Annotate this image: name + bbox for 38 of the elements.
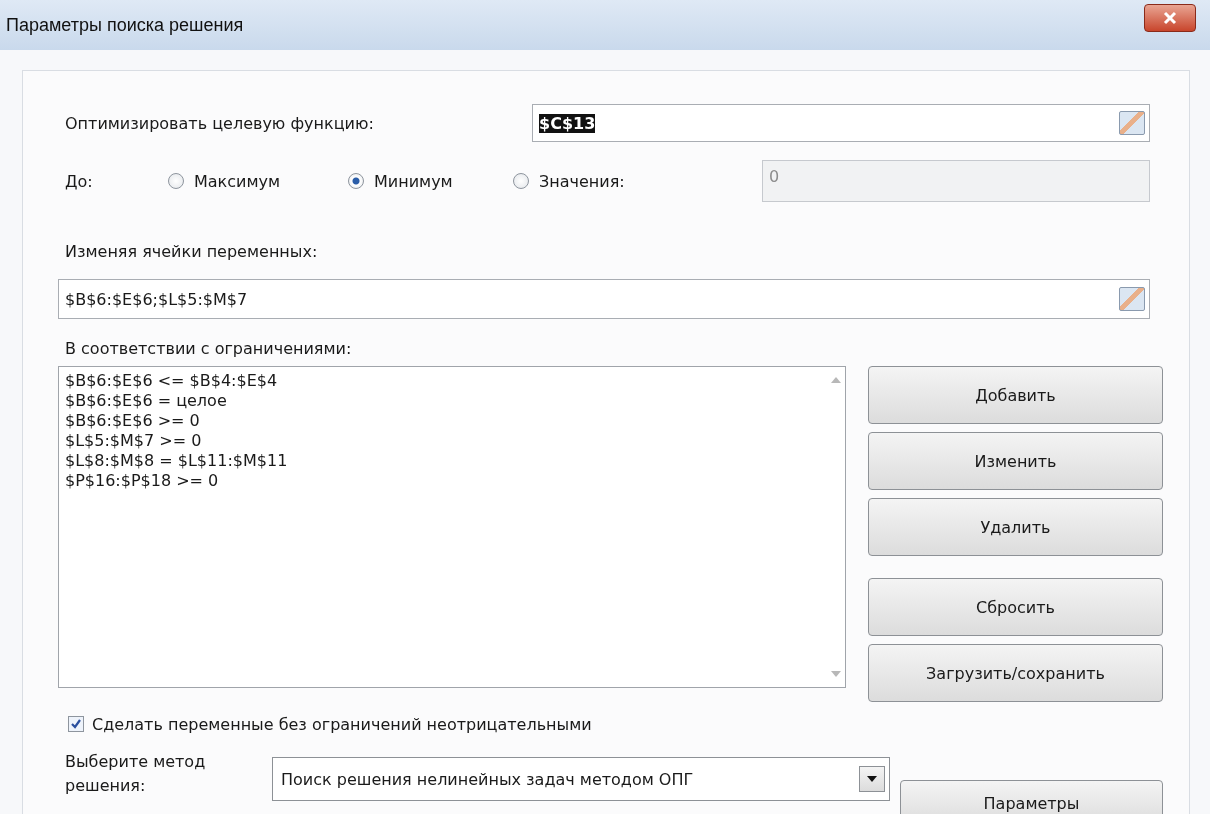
options-button[interactable]: Параметры [900, 780, 1163, 814]
constraint-item[interactable]: $B$6:$E$6 = целое [65, 391, 821, 411]
constraints-list[interactable]: $B$6:$E$6 <= $B$4:$E$4 $B$6:$E$6 = целое $B$6:$E$6 >= 0 $L$5:$M$7 >= 0 $L$8:$M$8 = $L$11:$M$11 $P$16:$P$18 >= 0 [58, 366, 846, 688]
dialog-button[interactable]: Удалить [868, 498, 1163, 556]
cell-picker-icon[interactable] [1119, 287, 1145, 311]
method-dropdown[interactable]: Поиск решения нелинейных задач методом ОПГ [272, 757, 890, 801]
close-icon [1161, 11, 1179, 25]
dialog-button[interactable]: Добавить [868, 366, 1163, 424]
radio-label: Минимум [374, 171, 453, 191]
dialog-button[interactable]: Загрузить/сохранить [868, 644, 1163, 702]
constraint-item[interactable]: $L$5:$M$7 >= 0 [65, 431, 821, 451]
dialog-button[interactable]: Изменить [868, 432, 1163, 490]
constraints-label: В соответствии с ограничениями: [64, 339, 353, 358]
radio-button[interactable] [168, 173, 184, 189]
objective-label: Оптимизировать целевую функцию: [64, 113, 375, 133]
constraint-item[interactable]: $B$6:$E$6 <= $B$4:$E$4 [65, 371, 821, 391]
caret-icon [867, 776, 877, 782]
checkbox[interactable] [68, 716, 84, 732]
constraint-item[interactable]: $P$16:$P$18 >= 0 [65, 471, 821, 491]
scroll-up-icon[interactable] [831, 377, 841, 383]
dialog-button[interactable]: Сбросить [868, 578, 1163, 636]
close-button[interactable] [1144, 4, 1196, 32]
checkbox-label: Сделать переменные без ограничений неотрицательными [92, 714, 592, 734]
radio-button[interactable] [348, 173, 364, 189]
dropdown-button[interactable] [859, 766, 885, 792]
cell-picker-icon[interactable] [1119, 111, 1145, 135]
constraint-item[interactable]: $L$8:$M$8 = $L$11:$M$11 [65, 451, 821, 471]
variables-label: Изменяя ячейки переменных: [64, 242, 319, 261]
radio-button[interactable] [513, 173, 529, 189]
objective-field[interactable]: $C$13 [532, 104, 1150, 142]
method-label: Выберите метод решения: [64, 751, 207, 797]
scroll-down-icon[interactable] [831, 671, 841, 677]
variables-field[interactable]: $B$6:$E$6;$L$5:$M$7 [58, 279, 1150, 319]
constraint-item[interactable]: $B$6:$E$6 >= 0 [65, 411, 821, 431]
window-title: Параметры поиска решения [6, 14, 244, 36]
radio-label: Значения: [539, 171, 625, 191]
radio-label: Максимум [194, 171, 281, 191]
to-label: До: [64, 171, 94, 191]
